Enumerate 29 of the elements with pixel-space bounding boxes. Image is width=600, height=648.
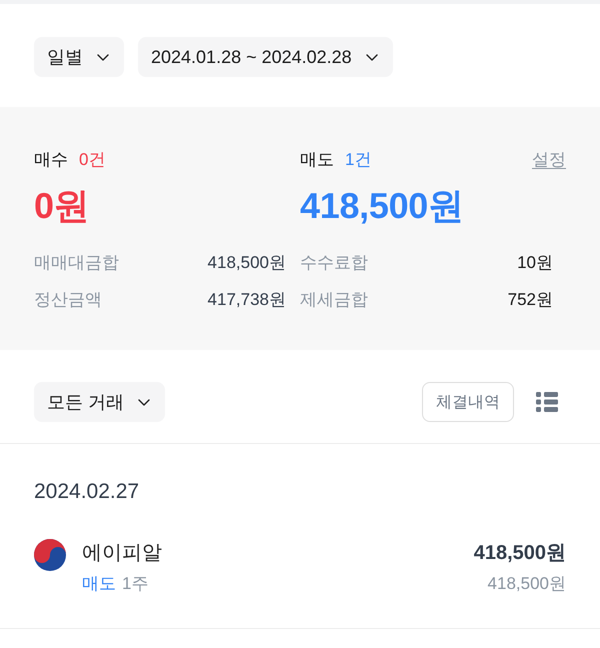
trade-count: 0건 (79, 148, 106, 170)
total-amount: 418,500원 (300, 184, 464, 228)
date-heading: 2024.02.27 (34, 479, 140, 505)
trade-side: 매도 (82, 573, 116, 595)
dropdown-button[interactable]: 2024.01.28 ~ 2024.02.28 (138, 37, 393, 77)
total-value: 417,738원 (208, 289, 286, 311)
chevron-down-icon (97, 54, 109, 60)
unit-price: 418,500원 (488, 573, 566, 595)
total-amount: 0원 (34, 184, 90, 228)
total-label: 매매대금합 (34, 252, 119, 274)
side-label: 매수 (34, 148, 68, 170)
total-label: 제세금합 (300, 289, 368, 311)
dropdown-button[interactable]: 일별 (34, 37, 124, 77)
side-label: 매도 (300, 148, 334, 170)
history-button[interactable]: 체결내역 (422, 382, 514, 422)
trade-amount: 418,500원 (474, 541, 566, 566)
total-value: 418,500원 (208, 252, 286, 274)
stock-name: 에이피알 (82, 541, 162, 566)
trade-quantity: 1주 (122, 573, 148, 595)
total-value: 10원 (517, 252, 553, 274)
total-value: 752원 (508, 289, 553, 311)
total-label: 수수료합 (300, 252, 368, 274)
taegeuk-icon (34, 539, 66, 571)
chevron-down-icon (366, 54, 378, 60)
chevron-down-icon (138, 398, 150, 406)
trade-count: 1건 (345, 148, 372, 170)
list-icon[interactable] (536, 392, 558, 412)
total-label: 정산금액 (34, 289, 102, 311)
dropdown-button[interactable]: 모든 거래 (34, 382, 166, 422)
